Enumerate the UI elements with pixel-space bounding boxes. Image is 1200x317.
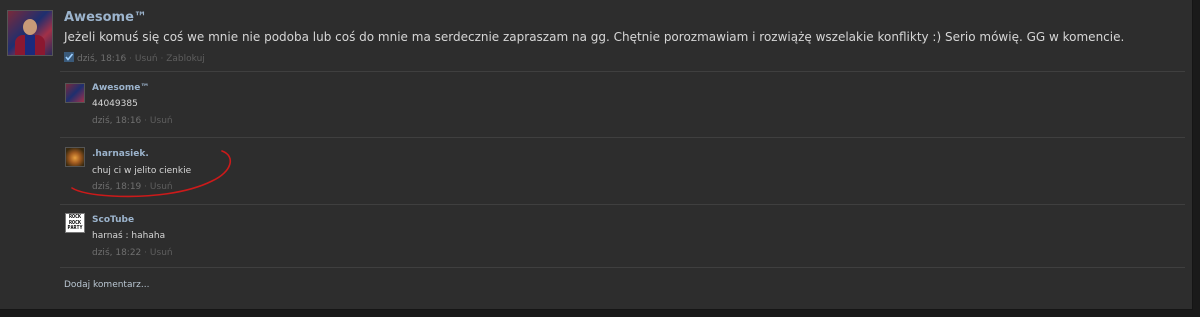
comment-delete-link[interactable]: Usuń bbox=[150, 182, 173, 192]
avatar-shirt bbox=[15, 35, 45, 55]
post-author-name[interactable]: Awesome™ bbox=[64, 10, 147, 25]
comment-text: chuj ci w jelito cienkie bbox=[92, 166, 192, 176]
post-time: dziś, 18:16 bbox=[77, 54, 127, 64]
comment-text: harnaś : hahaha bbox=[92, 231, 166, 241]
comment-divider bbox=[60, 267, 1185, 268]
avatar-face bbox=[23, 19, 37, 35]
meta-separator: · bbox=[144, 248, 148, 258]
comment-divider bbox=[60, 71, 1185, 72]
comment-time: dziś, 18:16 bbox=[92, 116, 142, 126]
comment-meta: dziś, 18:22 · Usuń bbox=[92, 248, 173, 258]
post-author-avatar[interactable] bbox=[7, 10, 53, 56]
meta-separator: · bbox=[129, 54, 133, 64]
meta-separator: · bbox=[144, 116, 148, 126]
add-comment-link[interactable]: Dodaj komentarz... bbox=[64, 280, 149, 290]
red-annotation-scribble bbox=[71, 150, 232, 198]
comment-author[interactable]: .harnasiek. bbox=[92, 149, 149, 159]
post-text: Jeżeli komuś się coś we mnie nie podoba … bbox=[64, 30, 1125, 44]
meta-separator: · bbox=[144, 182, 148, 192]
post-meta: dziś, 18:16 · Usuń · Zablokuj bbox=[64, 52, 205, 64]
comment-time: dziś, 18:19 bbox=[92, 182, 142, 192]
comment-delete-link[interactable]: Usuń bbox=[150, 116, 173, 126]
comment-avatar[interactable]: ROCK ROCK PARTY bbox=[65, 213, 85, 233]
comment-delete-link[interactable]: Usuń bbox=[150, 248, 173, 258]
comment-text: 44049385 bbox=[92, 99, 138, 109]
comment-meta: dziś, 18:16 · Usuń bbox=[92, 116, 173, 126]
meta-separator: · bbox=[160, 54, 164, 64]
post-delete-link[interactable]: Usuń bbox=[135, 54, 158, 64]
comment-author[interactable]: ScoTube bbox=[92, 215, 134, 225]
comment-time: dziś, 18:22 bbox=[92, 248, 142, 258]
comment-meta: dziś, 18:19 · Usuń bbox=[92, 182, 173, 192]
comment-author[interactable]: Awesome™ bbox=[92, 83, 149, 93]
comment-divider bbox=[60, 137, 1185, 138]
activity-panel: Awesome™ Jeżeli komuś się coś we mnie ni… bbox=[0, 0, 1193, 310]
comment-avatar[interactable] bbox=[65, 83, 85, 103]
comment-avatar[interactable] bbox=[65, 147, 85, 167]
comment-divider bbox=[60, 204, 1185, 205]
approved-check-icon bbox=[64, 52, 74, 62]
post-block-link[interactable]: Zablokuj bbox=[166, 54, 205, 64]
rock-party-logo: ROCK ROCK PARTY bbox=[67, 214, 83, 231]
